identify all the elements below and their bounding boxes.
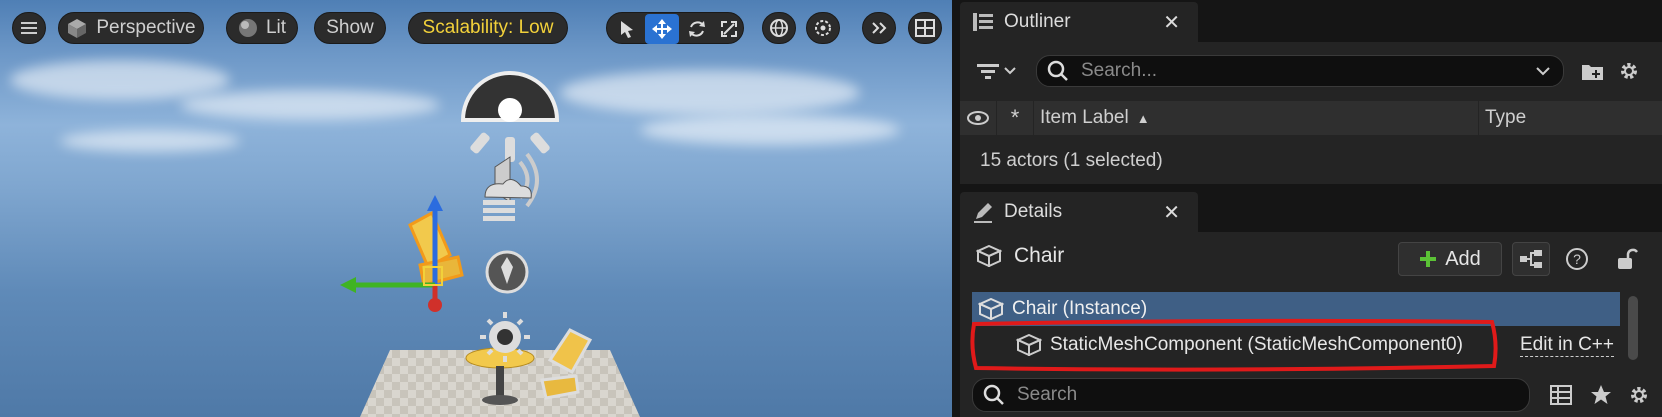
show-flags-button[interactable]: Show [314, 12, 386, 44]
pencil-icon [974, 203, 992, 223]
tree-scrollbar[interactable] [1628, 296, 1638, 360]
search-icon [983, 384, 1004, 405]
cube-icon [68, 19, 87, 38]
favorites-button[interactable] [1586, 380, 1616, 410]
outliner-icon [973, 13, 993, 31]
outliner-status-text: 15 actors (1 selected) [980, 150, 1163, 171]
surface-snap-button[interactable] [806, 12, 840, 44]
lock-button[interactable] [1612, 244, 1642, 274]
unlock-icon [1618, 248, 1638, 269]
outliner-tab-label: Outliner [1004, 11, 1071, 32]
viewport-menu-button[interactable] [12, 12, 46, 44]
scale-tool-button[interactable] [712, 14, 746, 44]
search-icon [1047, 60, 1068, 81]
filter-icon [977, 64, 1016, 79]
type-column-header[interactable]: Type [1479, 101, 1662, 135]
add-folder-icon [1582, 65, 1603, 80]
sky-cloud [560, 70, 860, 115]
translate-tool-button[interactable] [645, 14, 679, 44]
add-button-label: Add [1445, 247, 1481, 270]
visibility-column-header[interactable] [960, 101, 996, 135]
translate-icon [652, 19, 672, 39]
details-search-input[interactable]: Search [1017, 384, 1077, 406]
red-annotation-outline [970, 318, 1498, 372]
world-local-button[interactable] [762, 12, 796, 44]
lit-view-mode-button[interactable]: Lit [226, 12, 298, 44]
sort-ascending-icon: ▲ [1136, 110, 1150, 126]
help-button[interactable]: ? [1562, 244, 1592, 274]
snap-icon [815, 20, 831, 36]
sky-cloud [10, 60, 230, 100]
type-header-text: Type [1485, 107, 1527, 128]
tree-row-label: Chair (Instance) [1012, 298, 1148, 319]
scalability-button[interactable]: Scalability: Low [408, 12, 568, 44]
actor-billboard-icons [460, 71, 560, 362]
layout-icon [915, 19, 935, 37]
close-icon[interactable]: ✕ [1163, 200, 1180, 225]
select-tool-button[interactable] [610, 14, 644, 44]
plus-icon [1420, 251, 1437, 267]
blueprint-hierarchy-button[interactable] [1512, 242, 1550, 276]
chevron-down-icon[interactable] [1535, 66, 1551, 76]
details-object-name: Chair [1014, 244, 1065, 267]
add-folder-button[interactable] [1578, 56, 1608, 86]
perspective-view-button[interactable]: Perspective [58, 12, 204, 44]
outliner-search-input[interactable]: Search... [1081, 60, 1157, 82]
level-viewport[interactable]: Perspective Lit Show Scalability: Low [0, 0, 952, 417]
sphere-icon [238, 19, 257, 37]
item-label-header-text: Item Label [1040, 107, 1129, 128]
tab-outliner[interactable]: Outliner ✕ [960, 2, 1198, 42]
sky-cloud [640, 115, 900, 145]
more-options-button[interactable] [862, 12, 896, 44]
scalability-label: Scalability: Low [422, 17, 554, 38]
perspective-label: Perspective [96, 17, 196, 38]
asterisk-icon: * [1010, 105, 1020, 130]
sky-cloud [60, 130, 240, 152]
select-icon [621, 21, 633, 38]
eye-icon [967, 111, 989, 125]
world-icon [770, 19, 788, 37]
hierarchy-icon [1520, 250, 1542, 268]
show-label: Show [326, 17, 374, 38]
details-object-header: Chair [976, 244, 1064, 268]
add-component-button[interactable]: Add [1398, 242, 1502, 276]
gear-icon [1621, 63, 1637, 79]
rotate-tool-button[interactable] [680, 14, 714, 44]
edit-in-cpp-link[interactable]: Edit in C++ [1520, 334, 1614, 357]
scale-icon [721, 21, 737, 37]
static-mesh-icon [976, 245, 1002, 267]
close-icon[interactable]: ✕ [1163, 10, 1180, 35]
table-icon [1550, 385, 1572, 405]
pinned-column-header[interactable]: * [997, 101, 1033, 135]
viewport-layout-button[interactable] [908, 12, 942, 44]
lit-label: Lit [265, 17, 287, 38]
rotate-icon [689, 21, 705, 37]
svg-text:?: ? [1573, 251, 1581, 267]
sky-cloud [180, 90, 440, 120]
outliner-filter-button[interactable] [972, 56, 1020, 86]
property-matrix-button[interactable] [1546, 380, 1576, 410]
help-icon: ? [1566, 248, 1588, 270]
details-tab-label: Details [1004, 201, 1063, 222]
item-label-column-header[interactable]: Item Label ▲ [1034, 101, 1478, 135]
more-icon [872, 22, 887, 34]
details-settings-button[interactable] [1624, 380, 1654, 410]
star-icon [1591, 385, 1611, 404]
details-search-box[interactable]: Search [972, 378, 1530, 412]
static-mesh-icon [978, 298, 1004, 320]
outliner-settings-button[interactable] [1614, 56, 1644, 86]
gear-icon [1631, 387, 1647, 403]
outliner-search-box[interactable]: Search... [1036, 55, 1564, 87]
hamburger-icon [21, 22, 37, 34]
tab-details[interactable]: Details ✕ [960, 192, 1198, 232]
